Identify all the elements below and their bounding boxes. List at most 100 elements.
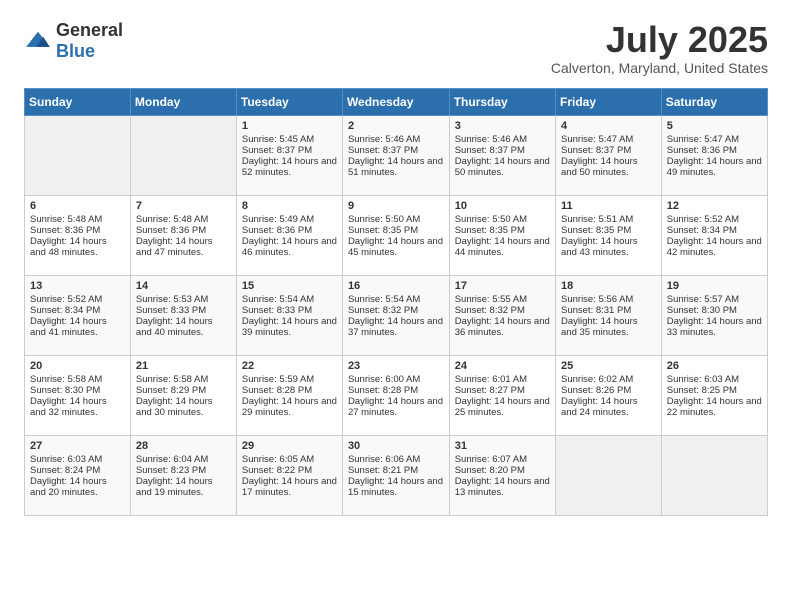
daylight-text: Daylight: 14 hours and 50 minutes.	[561, 156, 656, 178]
sunrise-text: Sunrise: 5:51 AM	[561, 214, 656, 225]
calendar-cell	[130, 115, 236, 195]
sunrise-text: Sunrise: 6:02 AM	[561, 374, 656, 385]
week-row-2: 6Sunrise: 5:48 AMSunset: 8:36 PMDaylight…	[25, 195, 768, 275]
header-cell-friday: Friday	[556, 88, 662, 115]
day-number: 29	[242, 440, 337, 452]
logo-text: General Blue	[56, 20, 123, 62]
calendar-cell: 29Sunrise: 6:05 AMSunset: 8:22 PMDayligh…	[236, 435, 342, 515]
sunset-text: Sunset: 8:35 PM	[455, 225, 550, 236]
calendar-cell: 23Sunrise: 6:00 AMSunset: 8:28 PMDayligh…	[342, 355, 449, 435]
calendar-cell: 20Sunrise: 5:58 AMSunset: 8:30 PMDayligh…	[25, 355, 131, 435]
day-number: 24	[455, 360, 550, 372]
sunrise-text: Sunrise: 5:54 AM	[348, 294, 444, 305]
sunset-text: Sunset: 8:20 PM	[455, 465, 550, 476]
daylight-text: Daylight: 14 hours and 13 minutes.	[455, 476, 550, 498]
daylight-text: Daylight: 14 hours and 30 minutes.	[136, 396, 231, 418]
calendar-cell: 13 Sunrise: 5:52 AMSunset: 8:34 PMDayligh…	[25, 275, 131, 355]
day-number: 1	[242, 120, 337, 132]
daylight-text: Daylight: 14 hours and 44 minutes.	[455, 236, 550, 258]
daylight-text: Daylight: 14 hours and 47 minutes.	[136, 236, 231, 258]
calendar-cell: 30Sunrise: 6:06 AMSunset: 8:21 PMDayligh…	[342, 435, 449, 515]
sunrise-text: Sunrise: 5:54 AM	[242, 294, 337, 305]
calendar-cell: 11Sunrise: 5:51 AMSunset: 8:35 PMDayligh…	[556, 195, 662, 275]
sunset-text: Sunset: 8:36 PM	[30, 225, 125, 236]
calendar-cell: 16Sunrise: 5:54 AMSunset: 8:32 PMDayligh…	[342, 275, 449, 355]
sunset-text: Sunset: 8:36 PM	[667, 145, 762, 156]
sunset-text: Sunset: 8:34 PM	[667, 225, 762, 236]
sunrise-text: Sunrise: 5:48 AM	[136, 214, 231, 225]
daylight-text: Daylight: 14 hours and 49 minutes.	[667, 156, 762, 178]
sunset-text: Sunset: 8:36 PM	[136, 225, 231, 236]
day-number: 8	[242, 200, 337, 212]
sunset-text: Sunset: 8:34 PM	[30, 305, 125, 316]
daylight-text: Daylight: 14 hours and 33 minutes.	[667, 316, 762, 338]
daylight-text: Daylight: 14 hours and 42 minutes.	[667, 236, 762, 258]
sunrise-text: Sunrise: 5:50 AM	[455, 214, 550, 225]
daylight-text: Daylight: 14 hours and 48 minutes.	[30, 236, 125, 258]
calendar-table: SundayMondayTuesdayWednesdayThursdayFrid…	[24, 88, 768, 516]
sunrise-text: Sunrise: 5:46 AM	[455, 134, 550, 145]
sunrise-text: Sunrise: 6:01 AM	[455, 374, 550, 385]
week-row-4: 20Sunrise: 5:58 AMSunset: 8:30 PMDayligh…	[25, 355, 768, 435]
sunset-text: Sunset: 8:22 PM	[242, 465, 337, 476]
sunset-text: Sunset: 8:21 PM	[348, 465, 444, 476]
day-number: 30	[348, 440, 444, 452]
calendar-cell: 10Sunrise: 5:50 AMSunset: 8:35 PMDayligh…	[449, 195, 555, 275]
day-number: 18	[561, 280, 656, 292]
logo: General Blue	[24, 20, 123, 62]
calendar-cell: 31Sunrise: 6:07 AMSunset: 8:20 PMDayligh…	[449, 435, 555, 515]
daylight-text: Daylight: 14 hours and 20 minutes.	[30, 476, 125, 498]
sunset-text: Sunset: 8:30 PM	[667, 305, 762, 316]
calendar-cell: 14Sunrise: 5:53 AMSunset: 8:33 PMDayligh…	[130, 275, 236, 355]
location-subtitle: Calverton, Maryland, United States	[551, 60, 768, 76]
header-cell-saturday: Saturday	[661, 88, 767, 115]
day-number: 17	[455, 280, 550, 292]
calendar-cell: 22Sunrise: 5:59 AMSunset: 8:28 PMDayligh…	[236, 355, 342, 435]
sunset-text: Sunset: 8:23 PM	[136, 465, 231, 476]
sunset-text: Sunset: 8:28 PM	[242, 385, 337, 396]
calendar-cell: 1Sunrise: 5:45 AMSunset: 8:37 PMDaylight…	[236, 115, 342, 195]
sunset-text: Sunset: 8:35 PM	[561, 225, 656, 236]
header-cell-thursday: Thursday	[449, 88, 555, 115]
sunrise-text: Sunrise: 5:47 AM	[561, 134, 656, 145]
sunrise-text: Sunrise: 5:52 AM	[30, 294, 125, 305]
day-number: 13	[30, 280, 125, 292]
sunset-text: Sunset: 8:26 PM	[561, 385, 656, 396]
daylight-text: Daylight: 14 hours and 41 minutes.	[30, 316, 125, 338]
sunrise-text: Sunrise: 6:04 AM	[136, 454, 231, 465]
sunset-text: Sunset: 8:25 PM	[667, 385, 762, 396]
sunrise-text: Sunrise: 5:55 AM	[455, 294, 550, 305]
calendar-cell: 21Sunrise: 5:58 AMSunset: 8:29 PMDayligh…	[130, 355, 236, 435]
daylight-text: Daylight: 14 hours and 36 minutes.	[455, 316, 550, 338]
header-cell-tuesday: Tuesday	[236, 88, 342, 115]
calendar-cell: 19Sunrise: 5:57 AMSunset: 8:30 PMDayligh…	[661, 275, 767, 355]
week-row-5: 27Sunrise: 6:03 AMSunset: 8:24 PMDayligh…	[25, 435, 768, 515]
day-number: 20	[30, 360, 125, 372]
sunrise-text: Sunrise: 6:06 AM	[348, 454, 444, 465]
day-number: 5	[667, 120, 762, 132]
sunrise-text: Sunrise: 5:47 AM	[667, 134, 762, 145]
sunset-text: Sunset: 8:33 PM	[242, 305, 337, 316]
sunset-text: Sunset: 8:37 PM	[348, 145, 444, 156]
calendar-cell: 25Sunrise: 6:02 AMSunset: 8:26 PMDayligh…	[556, 355, 662, 435]
day-number: 15	[242, 280, 337, 292]
header-cell-wednesday: Wednesday	[342, 88, 449, 115]
sunrise-text: Sunrise: 5:56 AM	[561, 294, 656, 305]
day-number: 25	[561, 360, 656, 372]
sunset-text: Sunset: 8:29 PM	[136, 385, 231, 396]
calendar-cell: 15Sunrise: 5:54 AMSunset: 8:33 PMDayligh…	[236, 275, 342, 355]
calendar-cell: 5 Sunrise: 5:47 AMSunset: 8:36 PMDaylight…	[661, 115, 767, 195]
sunset-text: Sunset: 8:32 PM	[455, 305, 550, 316]
sunrise-text: Sunrise: 6:03 AM	[30, 454, 125, 465]
sunrise-text: Sunrise: 5:48 AM	[30, 214, 125, 225]
calendar-cell: 2Sunrise: 5:46 AMSunset: 8:37 PMDaylight…	[342, 115, 449, 195]
calendar-cell: 7Sunrise: 5:48 AMSunset: 8:36 PMDaylight…	[130, 195, 236, 275]
calendar-cell: 3Sunrise: 5:46 AMSunset: 8:37 PMDaylight…	[449, 115, 555, 195]
header-cell-monday: Monday	[130, 88, 236, 115]
title-block: July 2025 Calverton, Maryland, United St…	[551, 20, 768, 76]
day-number: 31	[455, 440, 550, 452]
sunset-text: Sunset: 8:37 PM	[455, 145, 550, 156]
sunrise-text: Sunrise: 5:57 AM	[667, 294, 762, 305]
logo-icon	[24, 30, 52, 52]
calendar-cell: 24Sunrise: 6:01 AMSunset: 8:27 PMDayligh…	[449, 355, 555, 435]
